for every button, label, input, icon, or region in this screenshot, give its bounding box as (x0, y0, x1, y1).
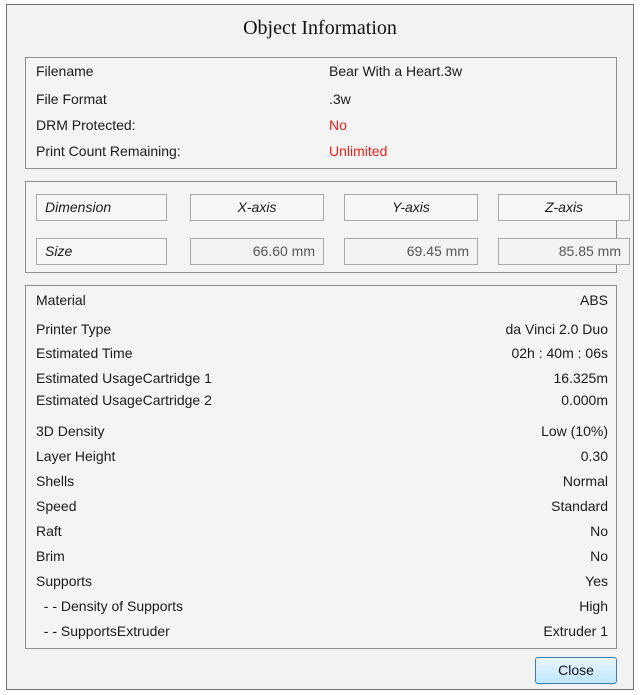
printer-type-value: da Vinci 2.0 Duo (505, 321, 608, 337)
supports-label: Supports (36, 573, 93, 589)
dialog-title: Object Information (243, 17, 397, 39)
object-information-dialog: Object Information Filename Bear With a … (6, 4, 634, 690)
property-row: - - SupportsExtruder Extruder 1 (36, 621, 608, 641)
property-row: Estimated UsageCartridge 1 16.325m (36, 368, 608, 388)
material-label: Material (36, 292, 86, 308)
size-y-field: 69.45 mm (344, 238, 478, 265)
shells-value: Normal (562, 473, 608, 489)
drm-protected-value: No (329, 117, 347, 133)
filename-value: Bear With a Heart.3w (329, 63, 463, 79)
usage-cartridge-2-label: Estimated UsageCartridge 2 (36, 392, 212, 408)
property-row: Brim No (36, 546, 608, 566)
print-count-label: Print Count Remaining: (36, 143, 181, 159)
property-row: Speed Standard (36, 496, 608, 516)
density-of-supports-value: High (579, 598, 608, 614)
shells-label: Shells (36, 473, 75, 489)
density-of-supports-label: - - Density of Supports (36, 598, 184, 614)
speed-value: Standard (551, 498, 608, 514)
usage-cartridge-1-value: 16.325m (553, 370, 608, 386)
speed-label: Speed (36, 498, 77, 514)
property-row: Printer Type da Vinci 2.0 Duo (36, 319, 608, 339)
estimated-time-value: 02h : 40m : 06s (511, 345, 608, 361)
material-value: ABS (579, 292, 608, 308)
drm-protected-label: DRM Protected: (36, 117, 136, 133)
supports-extruder-value: Extruder 1 (543, 623, 608, 639)
size-x-field: 66.60 mm (190, 238, 324, 265)
x-axis-header: X-axis (190, 194, 324, 221)
supports-value: Yes (585, 573, 608, 589)
property-row: Layer Height 0.30 (36, 446, 608, 466)
z-axis-header: Z-axis (498, 194, 630, 221)
size-label: Size (36, 238, 167, 265)
layer-height-value: 0.30 (580, 448, 608, 464)
properties-panel: Material ABS Printer Type da Vinci 2.0 D… (25, 285, 617, 649)
property-row: Supports Yes (36, 571, 608, 591)
property-row: Material ABS (36, 290, 608, 310)
file-format-value: .3w (329, 91, 351, 107)
3d-density-label: 3D Density (36, 423, 105, 439)
supports-extruder-label: - - SupportsExtruder (36, 623, 170, 639)
raft-value: No (590, 523, 608, 539)
property-row: - - Density of Supports High (36, 596, 608, 616)
property-row: 3D Density Low (10%) (36, 421, 608, 441)
property-row: Raft No (36, 521, 608, 541)
property-row: Estimated Time 02h : 40m : 06s (36, 343, 608, 363)
close-button[interactable]: Close (535, 657, 617, 684)
layer-height-label: Layer Height (36, 448, 116, 464)
brim-value: No (590, 548, 608, 564)
filename-label: Filename (36, 63, 94, 79)
dimensions-panel: Dimension X-axis Y-axis Z-axis Size 66.6… (25, 181, 630, 273)
brim-label: Brim (36, 548, 65, 564)
file-info-panel: Filename Bear With a Heart.3w File Forma… (25, 57, 617, 169)
raft-label: Raft (36, 523, 62, 539)
property-row: Shells Normal (36, 471, 608, 491)
size-z-field: 85.85 mm (498, 238, 630, 265)
file-format-label: File Format (36, 91, 107, 107)
y-axis-header: Y-axis (344, 194, 478, 221)
estimated-time-label: Estimated Time (36, 345, 133, 361)
usage-cartridge-1-label: Estimated UsageCartridge 1 (36, 370, 212, 386)
dimension-header: Dimension (36, 194, 167, 221)
property-row: Estimated UsageCartridge 2 0.000m (36, 390, 608, 410)
print-count-value: Unlimited (329, 143, 388, 159)
3d-density-value: Low (10%) (541, 423, 608, 439)
usage-cartridge-2-value: 0.000m (561, 392, 608, 408)
printer-type-label: Printer Type (36, 321, 112, 337)
